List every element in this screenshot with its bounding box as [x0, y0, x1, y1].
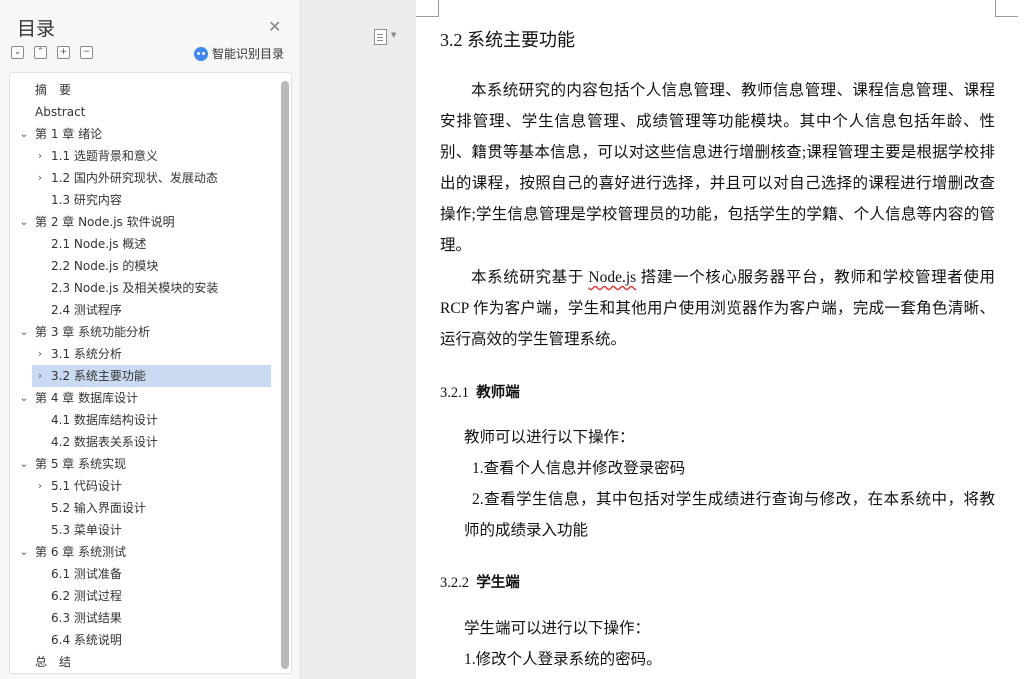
expand-all-icon[interactable]: ⌄	[11, 46, 24, 59]
body-line: 学生端可以进行以下操作：	[464, 620, 651, 637]
toc-item[interactable]: 4.1 数据库结构设计	[10, 409, 275, 431]
toc-item[interactable]: 总 结	[10, 651, 275, 673]
toc-item[interactable]: Abstract	[10, 101, 275, 123]
spellcheck-word: Node.js	[588, 269, 637, 286]
chevron-down-icon[interactable]: ▼	[391, 31, 396, 39]
body-line: 教师可以进行以下操作：	[464, 429, 635, 446]
toc-item[interactable]: › 3.2 系统主要功能	[32, 365, 271, 387]
toc-tree: 摘 要 Abstract ⌄ 第 1 章 绪论 › 1.1 选题背景和意义 › 1.2 国内外…	[9, 72, 292, 674]
toc-item[interactable]: ⌄ 第 4 章 数据库设计	[10, 387, 275, 409]
ai-assistant-icon	[194, 46, 208, 61]
chevron-right-icon[interactable]: ›	[34, 343, 46, 365]
toc-item-label: 摘 要	[35, 83, 72, 97]
toc-item-label: 2.4 测试程序	[51, 303, 122, 317]
toc-item[interactable]: › 3.1 系统分析	[10, 343, 275, 365]
chevron-right-icon[interactable]: ›	[34, 145, 46, 167]
toc-item-label: 5.1 代码设计	[51, 479, 122, 493]
toc-item-label: 总 结	[35, 655, 72, 669]
toc-item-label: 4.1 数据库结构设计	[51, 413, 158, 427]
page-options-icon[interactable]	[374, 29, 387, 45]
toc-item-label: 第 2 章 Node.js 软件说明	[35, 215, 175, 229]
chevron-down-icon[interactable]: ⌄	[18, 211, 30, 233]
list-item: 1.修改个人登录系统的密码。	[464, 651, 662, 668]
toc-item[interactable]: 2.3 Node.js 及相关模块的安装	[10, 277, 275, 299]
chevron-right-icon[interactable]: ›	[34, 365, 46, 387]
toc-item-label: 6.4 系统说明	[51, 633, 122, 647]
list-item: 1.查看个人信息并修改登录密码	[472, 460, 686, 477]
scrollbar-thumb[interactable]	[281, 81, 289, 669]
toc-item[interactable]: 5.3 菜单设计	[10, 519, 275, 541]
subsection-heading: 3.2.1 教师端	[440, 385, 520, 401]
body-paragraph: 本系统研究的内容包括个人信息管理、教师信息管理、课程信息管理、课程安排管理、学生…	[440, 82, 995, 254]
toc-scrollbar[interactable]	[281, 79, 289, 669]
chevron-down-icon[interactable]: ⌄	[18, 123, 30, 145]
toc-item-label: 3.2 系统主要功能	[51, 369, 146, 383]
toc-item-label: 1.3 研究内容	[51, 193, 122, 207]
toc-item[interactable]: 2.4 测试程序	[10, 299, 275, 321]
toc-item-label: 2.1 Node.js 概述	[51, 237, 147, 251]
toc-item-label: 1.1 选题背景和意义	[51, 149, 158, 163]
page-corner-mark	[416, 0, 439, 17]
toc-item-label: 3.1 系统分析	[51, 347, 122, 361]
toc-item[interactable]: 6.4 系统说明	[10, 629, 275, 651]
chevron-right-icon[interactable]: ›	[34, 167, 46, 189]
toc-item[interactable]: 4.2 数据表关系设计	[10, 431, 275, 453]
list-item: 2.查看学生信息，其中包括对学生成绩进行查询与修改，在本系统中，将教师的成绩录入…	[464, 491, 995, 539]
toc-item-label: 6.2 测试过程	[51, 589, 122, 603]
toc-list: 摘 要 Abstract ⌄ 第 1 章 绪论 › 1.1 选题背景和意义 › 1.2 国内外…	[10, 79, 275, 673]
toc-item-label: 1.2 国内外研究现状、发展动态	[51, 171, 218, 185]
toc-item-label: 5.3 菜单设计	[51, 523, 122, 537]
chevron-right-icon[interactable]: ›	[34, 475, 46, 497]
toc-item[interactable]: › 5.1 代码设计	[10, 475, 275, 497]
toc-item-label: 2.2 Node.js 的模块	[51, 259, 159, 273]
toc-item-label: 4.2 数据表关系设计	[51, 435, 158, 449]
toc-item-label: 第 5 章 系统实现	[35, 457, 127, 471]
smart-toc-button[interactable]: 智能识别目录	[194, 45, 284, 62]
subsection-heading: 3.2.2 学生端	[440, 575, 520, 591]
toc-toolbar: ⌄ ⌃ + −	[11, 46, 93, 59]
chevron-down-icon[interactable]: ⌄	[18, 321, 30, 343]
toc-item-label: 第 6 章 系统测试	[35, 545, 127, 559]
toc-title: 目录	[17, 18, 56, 40]
toc-item-label: 6.3 测试结果	[51, 611, 122, 625]
toc-item-label: Abstract	[35, 105, 86, 119]
remove-heading-icon[interactable]: −	[80, 46, 93, 59]
toc-item[interactable]: 6.3 测试结果	[10, 607, 275, 629]
toc-item-label: 5.2 输入界面设计	[51, 501, 146, 515]
toc-item[interactable]: › 1.1 选题背景和意义	[10, 145, 275, 167]
chevron-down-icon[interactable]: ⌄	[18, 453, 30, 475]
toc-item[interactable]: 6.2 测试过程	[10, 585, 275, 607]
chevron-down-icon[interactable]: ⌄	[18, 387, 30, 409]
section-heading: 3.2 系统主要功能	[440, 30, 575, 50]
toc-item[interactable]: 2.2 Node.js 的模块	[10, 255, 275, 277]
toc-item[interactable]: ⌄ 第 3 章 系统功能分析	[10, 321, 275, 343]
toc-item-label: 第 4 章 数据库设计	[35, 391, 139, 405]
toc-item[interactable]: 2.1 Node.js 概述	[10, 233, 275, 255]
toc-panel: 目录 ✕ ⌄ ⌃ + − 智能识别目录 摘 要 Abstract ⌄ 第 1 章 绪论…	[0, 0, 301, 679]
toc-item[interactable]: ⌄ 第 2 章 Node.js 软件说明	[10, 211, 275, 233]
toc-item-label: 第 3 章 系统功能分析	[35, 325, 151, 339]
collapse-all-icon[interactable]: ⌃	[34, 46, 47, 59]
toc-item[interactable]: ⌄ 第 1 章 绪论	[10, 123, 275, 145]
toc-item-label: 2.3 Node.js 及相关模块的安装	[51, 281, 219, 295]
toc-item[interactable]: ⌄ 第 5 章 系统实现	[10, 453, 275, 475]
chevron-down-icon[interactable]: ⌄	[18, 541, 30, 563]
toc-item[interactable]: › 1.2 国内外研究现状、发展动态	[10, 167, 275, 189]
body-paragraph: 本系统研究基于 Node.js 搭建一个核心服务器平台，教师和学校管理者使用 R…	[440, 269, 995, 348]
toc-item[interactable]: ⌄ 第 6 章 系统测试	[10, 541, 275, 563]
toc-item[interactable]: 摘 要	[10, 79, 275, 101]
toc-item-label: 6.1 测试准备	[51, 567, 122, 581]
add-heading-icon[interactable]: +	[57, 46, 70, 59]
toc-item[interactable]: 6.1 测试准备	[10, 563, 275, 585]
page-corner-mark	[995, 0, 1018, 17]
toc-item-label: 第 1 章 绪论	[35, 127, 103, 141]
smart-toc-label: 智能识别目录	[212, 47, 285, 61]
close-icon[interactable]: ✕	[268, 17, 281, 36]
toc-item[interactable]: 1.3 研究内容	[10, 189, 275, 211]
toc-item[interactable]: 5.2 输入界面设计	[10, 497, 275, 519]
